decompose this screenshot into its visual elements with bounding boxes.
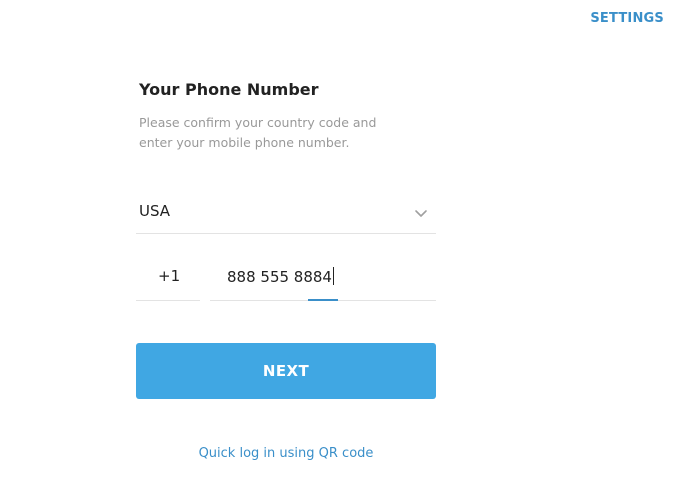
instructions-line-1: Please confirm your country code and xyxy=(139,115,377,130)
country-code-value: +1 xyxy=(158,267,181,285)
chevron-down-icon xyxy=(415,210,427,217)
focus-underline xyxy=(308,299,338,301)
country-select[interactable]: USA xyxy=(136,194,436,234)
phone-number-text: 888 555 8884 xyxy=(227,268,332,286)
country-value: USA xyxy=(139,202,171,220)
page-title: Your Phone Number xyxy=(139,80,319,99)
text-caret xyxy=(332,267,334,285)
login-screen: SETTINGS Your Phone Number Please confir… xyxy=(0,0,676,483)
phone-number-value: 888 555 8884 xyxy=(227,267,334,286)
phone-number-field[interactable]: 888 555 8884 xyxy=(210,262,436,301)
instructions-line-2: enter your mobile phone number. xyxy=(139,135,350,150)
settings-link[interactable]: SETTINGS xyxy=(590,11,664,26)
qr-login-link[interactable]: Quick log in using QR code xyxy=(136,446,436,461)
country-code-field[interactable]: +1 xyxy=(136,262,200,301)
instructions-text: Please confirm your country code and ent… xyxy=(139,113,399,153)
next-button[interactable]: NEXT xyxy=(136,343,436,399)
